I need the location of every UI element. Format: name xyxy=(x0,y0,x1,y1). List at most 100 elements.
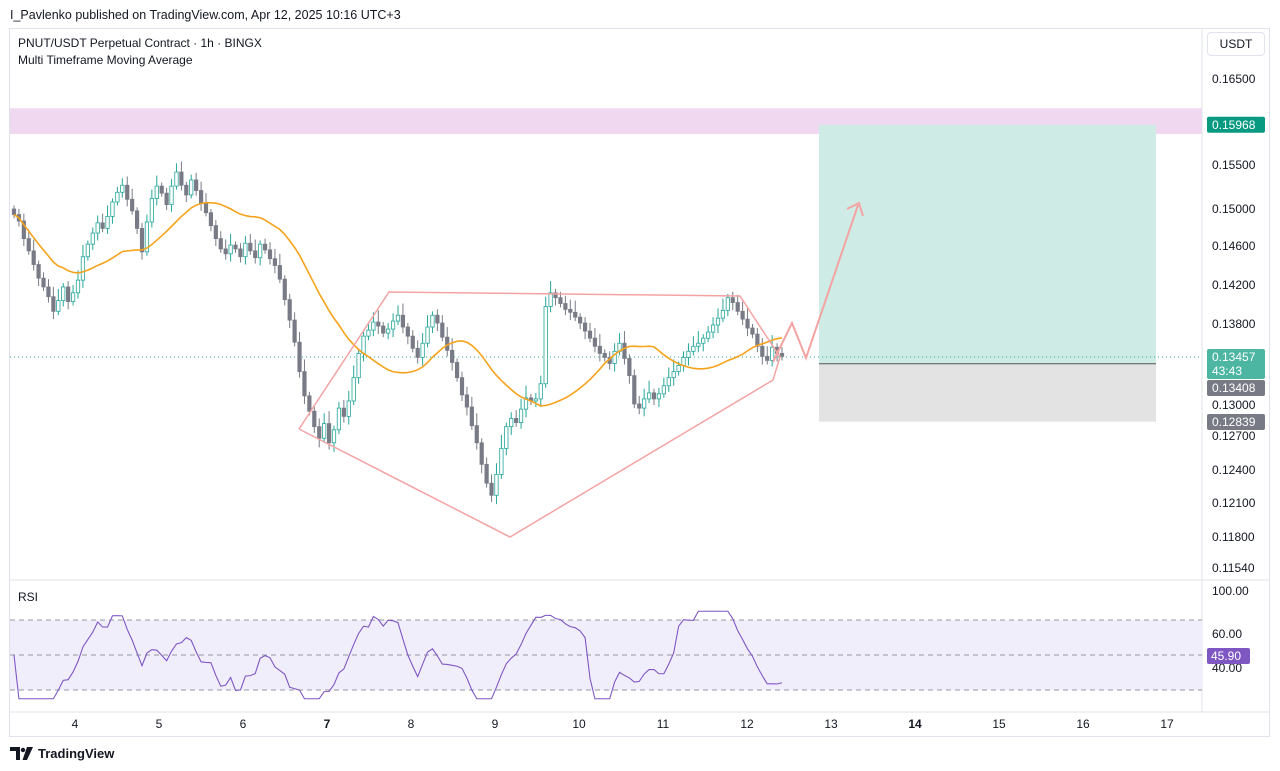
candle-body xyxy=(61,286,66,302)
brand-name: TradingView xyxy=(38,746,115,761)
candle-body xyxy=(735,302,740,312)
candle xyxy=(346,390,351,425)
price-axis: 0.16500 0.15500 0.15000 0.14600 0.14200 0.138… xyxy=(1212,72,1256,575)
candle xyxy=(174,163,179,190)
candle xyxy=(110,198,115,224)
candle xyxy=(395,305,401,326)
candle xyxy=(730,291,735,311)
candle xyxy=(105,205,110,234)
candle xyxy=(130,188,135,215)
candle xyxy=(494,463,499,505)
candle-body xyxy=(46,286,51,298)
candle-body xyxy=(484,463,489,484)
candle-body xyxy=(253,250,258,259)
candle-body xyxy=(489,482,494,496)
candle-body xyxy=(198,190,204,205)
candle-body xyxy=(95,222,100,234)
candle-body xyxy=(592,337,598,347)
rsi-value-text: 45.90 xyxy=(1211,649,1241,663)
candle xyxy=(248,233,253,255)
candle xyxy=(440,315,445,342)
candle xyxy=(312,405,317,433)
candle-body xyxy=(637,403,642,409)
chart-canvas[interactable]: 0.16500 0.15500 0.15000 0.14600 0.14200 0.138… xyxy=(0,0,1280,771)
candle-body xyxy=(243,242,248,258)
candle-body xyxy=(568,308,573,313)
candle xyxy=(376,310,381,335)
candle-body xyxy=(646,392,652,400)
candle-body xyxy=(326,423,332,444)
candle xyxy=(282,275,287,306)
candle-body xyxy=(573,311,578,318)
candle-body xyxy=(238,248,243,258)
date-tick-label: 14 xyxy=(908,717,922,731)
candle-body xyxy=(223,248,228,255)
tradingview-logo[interactable]: TradingView xyxy=(10,746,114,761)
candle-body xyxy=(597,345,602,354)
candle-body xyxy=(149,198,154,223)
candle-body xyxy=(174,171,179,187)
indicator-name[interactable]: Multi Timeframe Moving Average xyxy=(18,52,262,69)
candle-body xyxy=(479,442,484,465)
candle xyxy=(80,245,86,288)
candles xyxy=(11,161,785,505)
candle-body xyxy=(642,398,647,409)
candle-body xyxy=(208,212,214,227)
candle-body xyxy=(282,278,287,301)
candle-body xyxy=(85,243,90,258)
rsi-label: RSI xyxy=(18,590,39,604)
candle xyxy=(90,227,95,250)
candle-body xyxy=(765,355,770,361)
candle-body xyxy=(90,232,95,245)
candle xyxy=(184,181,189,202)
candle-body xyxy=(194,179,199,191)
candle xyxy=(686,343,691,366)
price-tick-label: 0.14600 xyxy=(1212,239,1256,253)
candle-body xyxy=(627,358,632,377)
candle xyxy=(459,371,465,401)
last-price-badge: 0.1345743:43 xyxy=(1207,349,1265,379)
candle xyxy=(410,330,415,353)
date-tick-label: 15 xyxy=(992,717,1006,731)
candle-body xyxy=(504,426,509,449)
candle xyxy=(169,179,174,212)
candle xyxy=(533,392,538,408)
candle xyxy=(11,205,17,219)
candle xyxy=(592,328,598,353)
candle xyxy=(36,260,41,286)
candle xyxy=(208,209,214,232)
candle xyxy=(518,398,524,429)
candle xyxy=(681,351,686,372)
candle xyxy=(563,295,568,316)
candle-body xyxy=(454,362,460,379)
candle-body xyxy=(420,342,425,358)
candle xyxy=(381,322,386,338)
symbol-title[interactable]: PNUT/USDT Perpetual Contract · 1h · BING… xyxy=(18,35,262,52)
candle-body xyxy=(105,215,110,229)
candle xyxy=(218,231,223,253)
candle xyxy=(154,175,159,206)
candle-body xyxy=(110,201,115,217)
candle xyxy=(149,189,154,228)
currency-button[interactable]: USDT xyxy=(1207,32,1265,56)
candle xyxy=(95,215,100,241)
candle xyxy=(740,301,745,326)
candle-body xyxy=(130,198,135,212)
candle xyxy=(523,385,529,418)
candle xyxy=(725,293,730,317)
candle xyxy=(75,270,81,299)
candle-body xyxy=(474,425,479,444)
candle xyxy=(573,300,578,322)
candle-body xyxy=(361,335,366,354)
candle xyxy=(262,238,268,254)
candle-body xyxy=(75,279,81,294)
candle-body xyxy=(676,365,681,372)
candle-body xyxy=(410,335,415,349)
candle-body xyxy=(518,408,524,423)
candle xyxy=(710,317,716,339)
candle xyxy=(691,336,696,356)
position-profit-zone xyxy=(819,124,1156,364)
candle xyxy=(56,288,61,316)
candle-body xyxy=(415,347,420,358)
candle xyxy=(637,395,642,415)
